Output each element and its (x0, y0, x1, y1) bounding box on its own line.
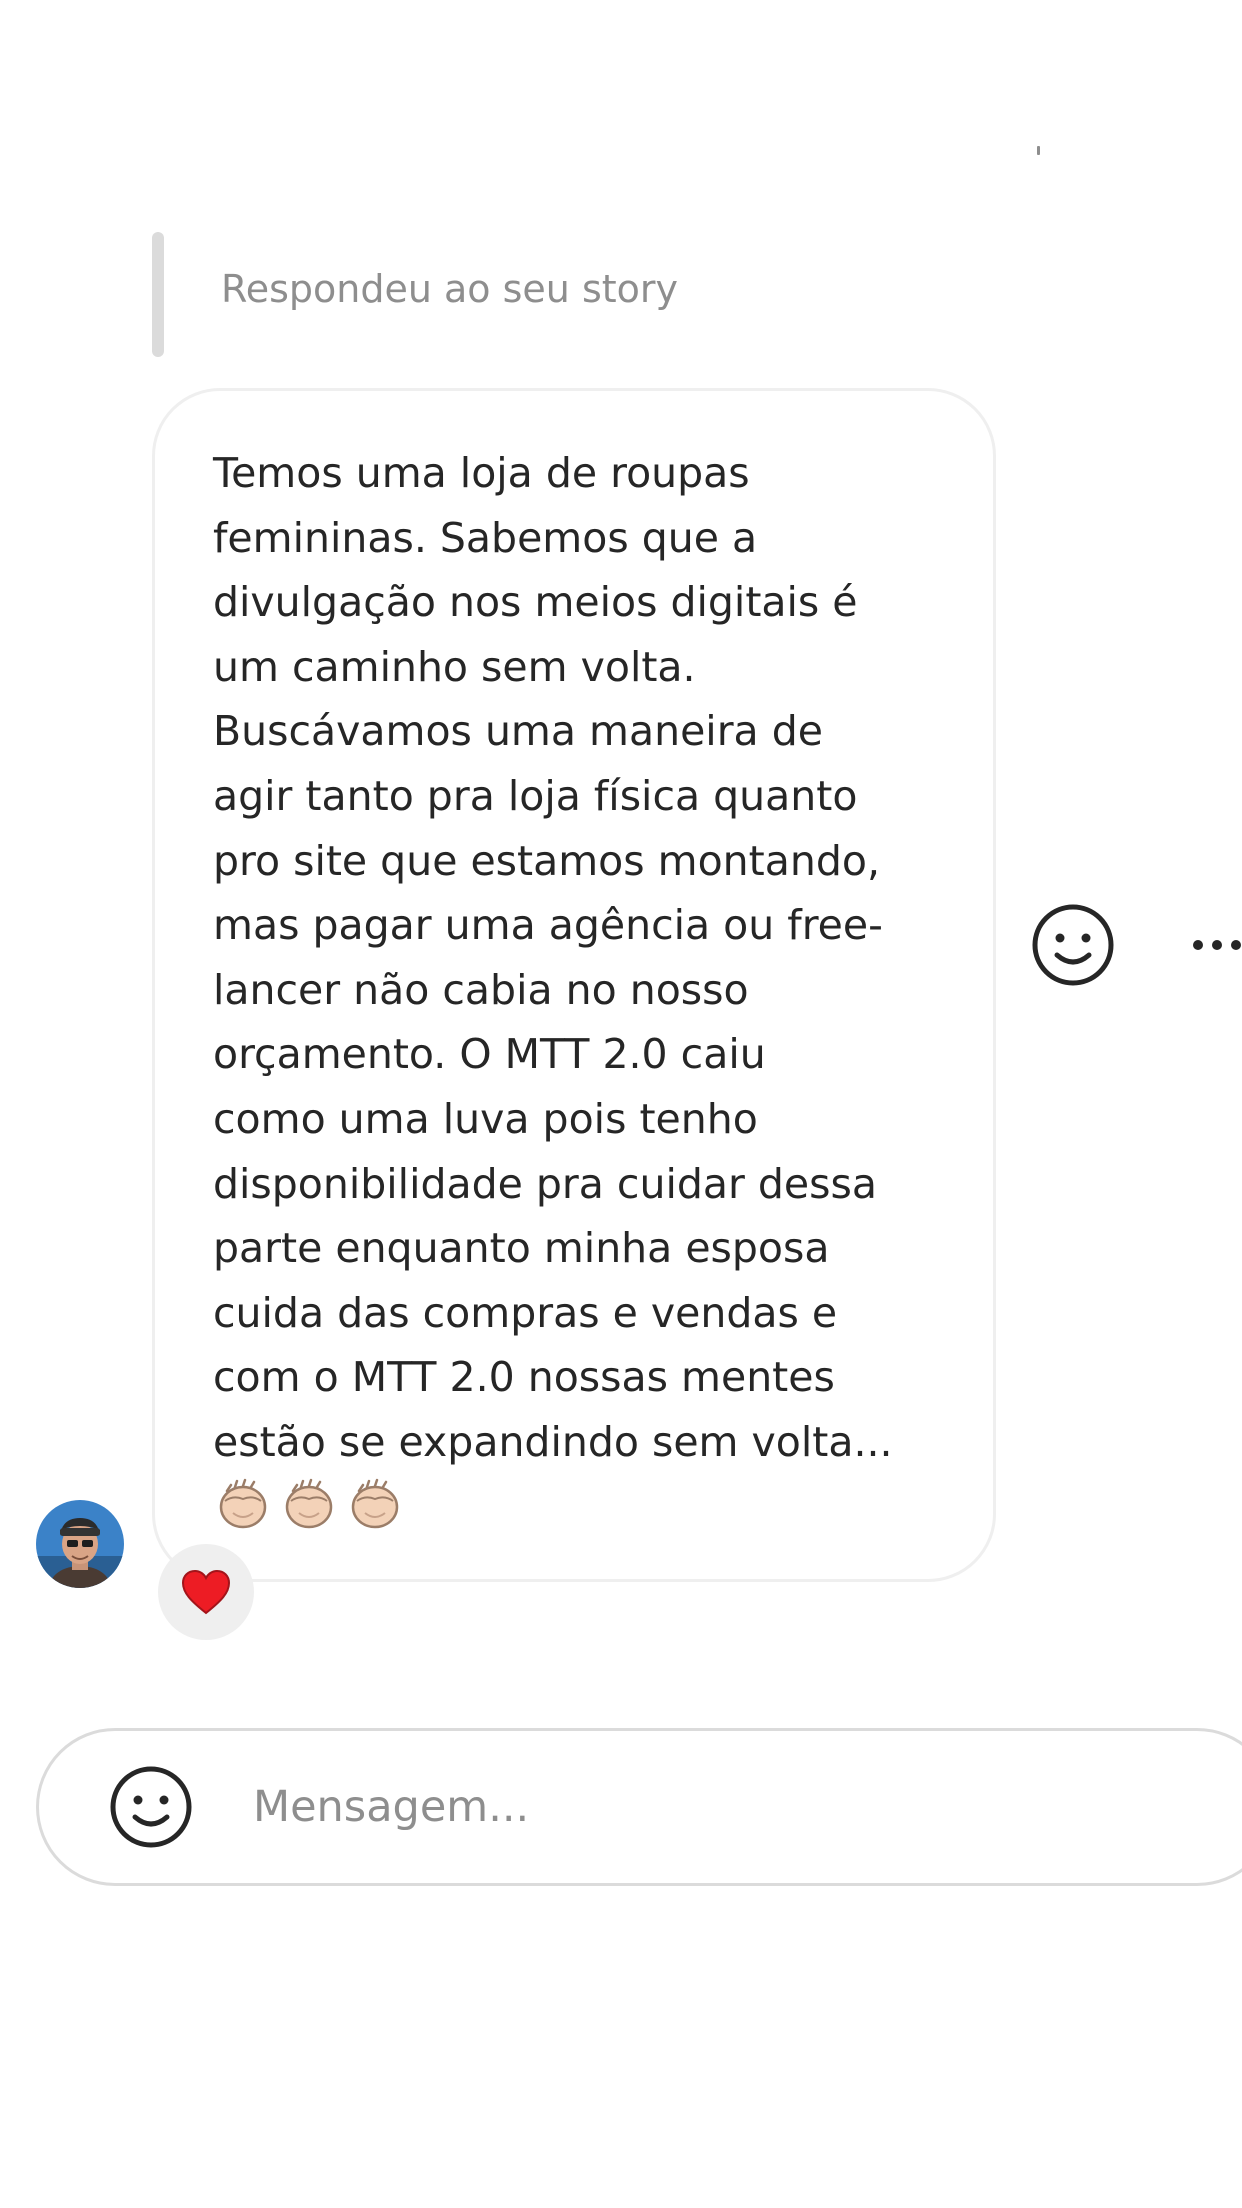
status-dot (1037, 146, 1040, 155)
heart-reaction[interactable] (158, 1544, 254, 1640)
message-bubble[interactable]: Temos uma loja de roupas femininas. Sabe… (152, 388, 996, 1582)
clapping-hands-icon (219, 1478, 267, 1529)
message-emojis (213, 1473, 405, 1533)
avatar[interactable] (36, 1500, 124, 1588)
red-heart-icon (181, 1569, 231, 1615)
more-horizontal-icon[interactable] (1188, 925, 1242, 965)
story-reply-bar (152, 232, 164, 357)
story-reply-label: Respondeu ao seu story (221, 267, 679, 311)
smiley-face-icon[interactable] (109, 1765, 193, 1849)
message-input[interactable] (253, 1771, 1153, 1843)
avatar-image (36, 1500, 124, 1588)
smiley-face-icon[interactable] (1031, 903, 1115, 987)
clapping-hands-icon (351, 1478, 399, 1529)
clapping-hands-icon (285, 1478, 333, 1529)
message-composer (36, 1728, 1242, 1886)
message-text: Temos uma loja de roupas femininas. Sabe… (213, 449, 893, 1466)
